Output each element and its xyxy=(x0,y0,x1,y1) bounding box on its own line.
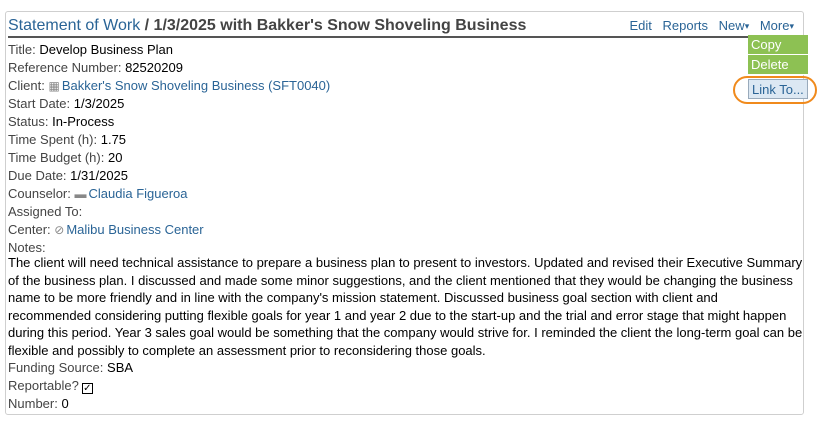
field-label: Time Spent (h): xyxy=(8,132,98,147)
edit-link[interactable]: Edit xyxy=(629,18,651,33)
compass-icon: ⊘ xyxy=(54,223,65,237)
briefcase-icon: ▬ xyxy=(74,187,87,201)
reportable-row: Reportable? ✓ xyxy=(8,377,133,395)
header-actions: Edit Reports New▾ More▾ xyxy=(622,18,794,34)
field-label: Number: xyxy=(8,396,58,411)
time-budget-value: 20 xyxy=(107,150,123,165)
notes-text: The client will need technical assistanc… xyxy=(8,255,803,358)
center-link[interactable]: Malibu Business Center xyxy=(66,222,203,237)
reference-row: Reference Number: 82520209 xyxy=(8,59,330,77)
field-label: Center: xyxy=(8,222,51,237)
client-row: Client: ▦ Bakker's Snow Shoveling Busines… xyxy=(8,77,330,95)
record-header: Statement of Work / 1/3/2025 with Bakker… xyxy=(8,16,798,38)
start-date-value: 1/3/2025 xyxy=(73,96,125,111)
title-value: Develop Business Plan xyxy=(39,42,174,57)
menu-item-delete[interactable]: Delete xyxy=(748,55,808,75)
due-date-value: 1/31/2025 xyxy=(70,168,129,183)
record-fields: Title: Develop Business Plan Reference N… xyxy=(8,41,330,257)
chevron-down-icon: ▾ xyxy=(789,21,794,31)
field-label: Reference Number: xyxy=(8,60,122,75)
title-row: Title: Develop Business Plan xyxy=(8,41,330,59)
field-label: Counselor: xyxy=(8,186,71,201)
building-icon: ▦ xyxy=(48,79,60,93)
page-title: Statement of Work / 1/3/2025 with Bakker… xyxy=(8,16,526,36)
field-label: Due Date: xyxy=(8,168,67,183)
field-label: Title: xyxy=(8,42,36,57)
start-date-row: Start Date: 1/3/2025 xyxy=(8,95,330,113)
number-value: 0 xyxy=(61,396,69,411)
counselor-row: Counselor: ▬ Claudia Figueroa xyxy=(8,185,330,203)
assigned-row: Assigned To: xyxy=(8,203,330,221)
more-dropdown[interactable]: More▾ xyxy=(760,18,794,33)
time-spent-row: Time Spent (h): 1.75 xyxy=(8,131,330,149)
status-row: Status: In-Process xyxy=(8,113,330,131)
field-label: Client: xyxy=(8,78,45,93)
reference-value: 82520209 xyxy=(125,60,183,75)
center-row: Center: ⊘ Malibu Business Center xyxy=(8,221,330,239)
record-footer-fields: Funding Source: SBA Reportable? ✓ Number:… xyxy=(8,359,133,413)
number-row: Number: 0 xyxy=(8,395,133,413)
field-label: Funding Source: xyxy=(8,360,104,375)
chevron-down-icon: ▾ xyxy=(744,21,750,31)
client-link[interactable]: Bakker's Snow Shoveling Business (SFT004… xyxy=(62,78,330,93)
menu-item-copy[interactable]: Copy xyxy=(748,35,808,55)
funding-value: SBA xyxy=(107,360,134,375)
due-date-row: Due Date: 1/31/2025 xyxy=(8,167,330,185)
new-label: New xyxy=(718,18,745,33)
notes-label: Notes: xyxy=(8,240,46,255)
record-type-link[interactable]: Statement of Work xyxy=(8,17,140,34)
counselor-link[interactable]: Claudia Figueroa xyxy=(89,186,188,201)
field-label: Time Budget (h): xyxy=(8,150,105,165)
new-dropdown[interactable]: New▾ xyxy=(719,18,750,33)
funding-row: Funding Source: SBA xyxy=(8,359,133,377)
time-budget-row: Time Budget (h): 20 xyxy=(8,149,330,167)
field-label: Reportable? xyxy=(8,378,79,393)
checkbox-checked-icon: ✓ xyxy=(81,383,93,394)
time-spent-value: 1.75 xyxy=(100,132,127,147)
field-label: Status: xyxy=(8,114,49,129)
status-value: In-Process xyxy=(52,114,115,129)
highlight-ring xyxy=(733,76,817,104)
reports-link[interactable]: Reports xyxy=(663,18,709,33)
more-label: More xyxy=(759,18,790,33)
field-label: Assigned To: xyxy=(8,204,83,219)
more-menu: Copy Delete Link To... xyxy=(748,35,808,99)
record-title: / 1/3/2025 with Bakker's Snow Shoveling … xyxy=(140,17,527,34)
field-label: Start Date: xyxy=(8,96,71,111)
